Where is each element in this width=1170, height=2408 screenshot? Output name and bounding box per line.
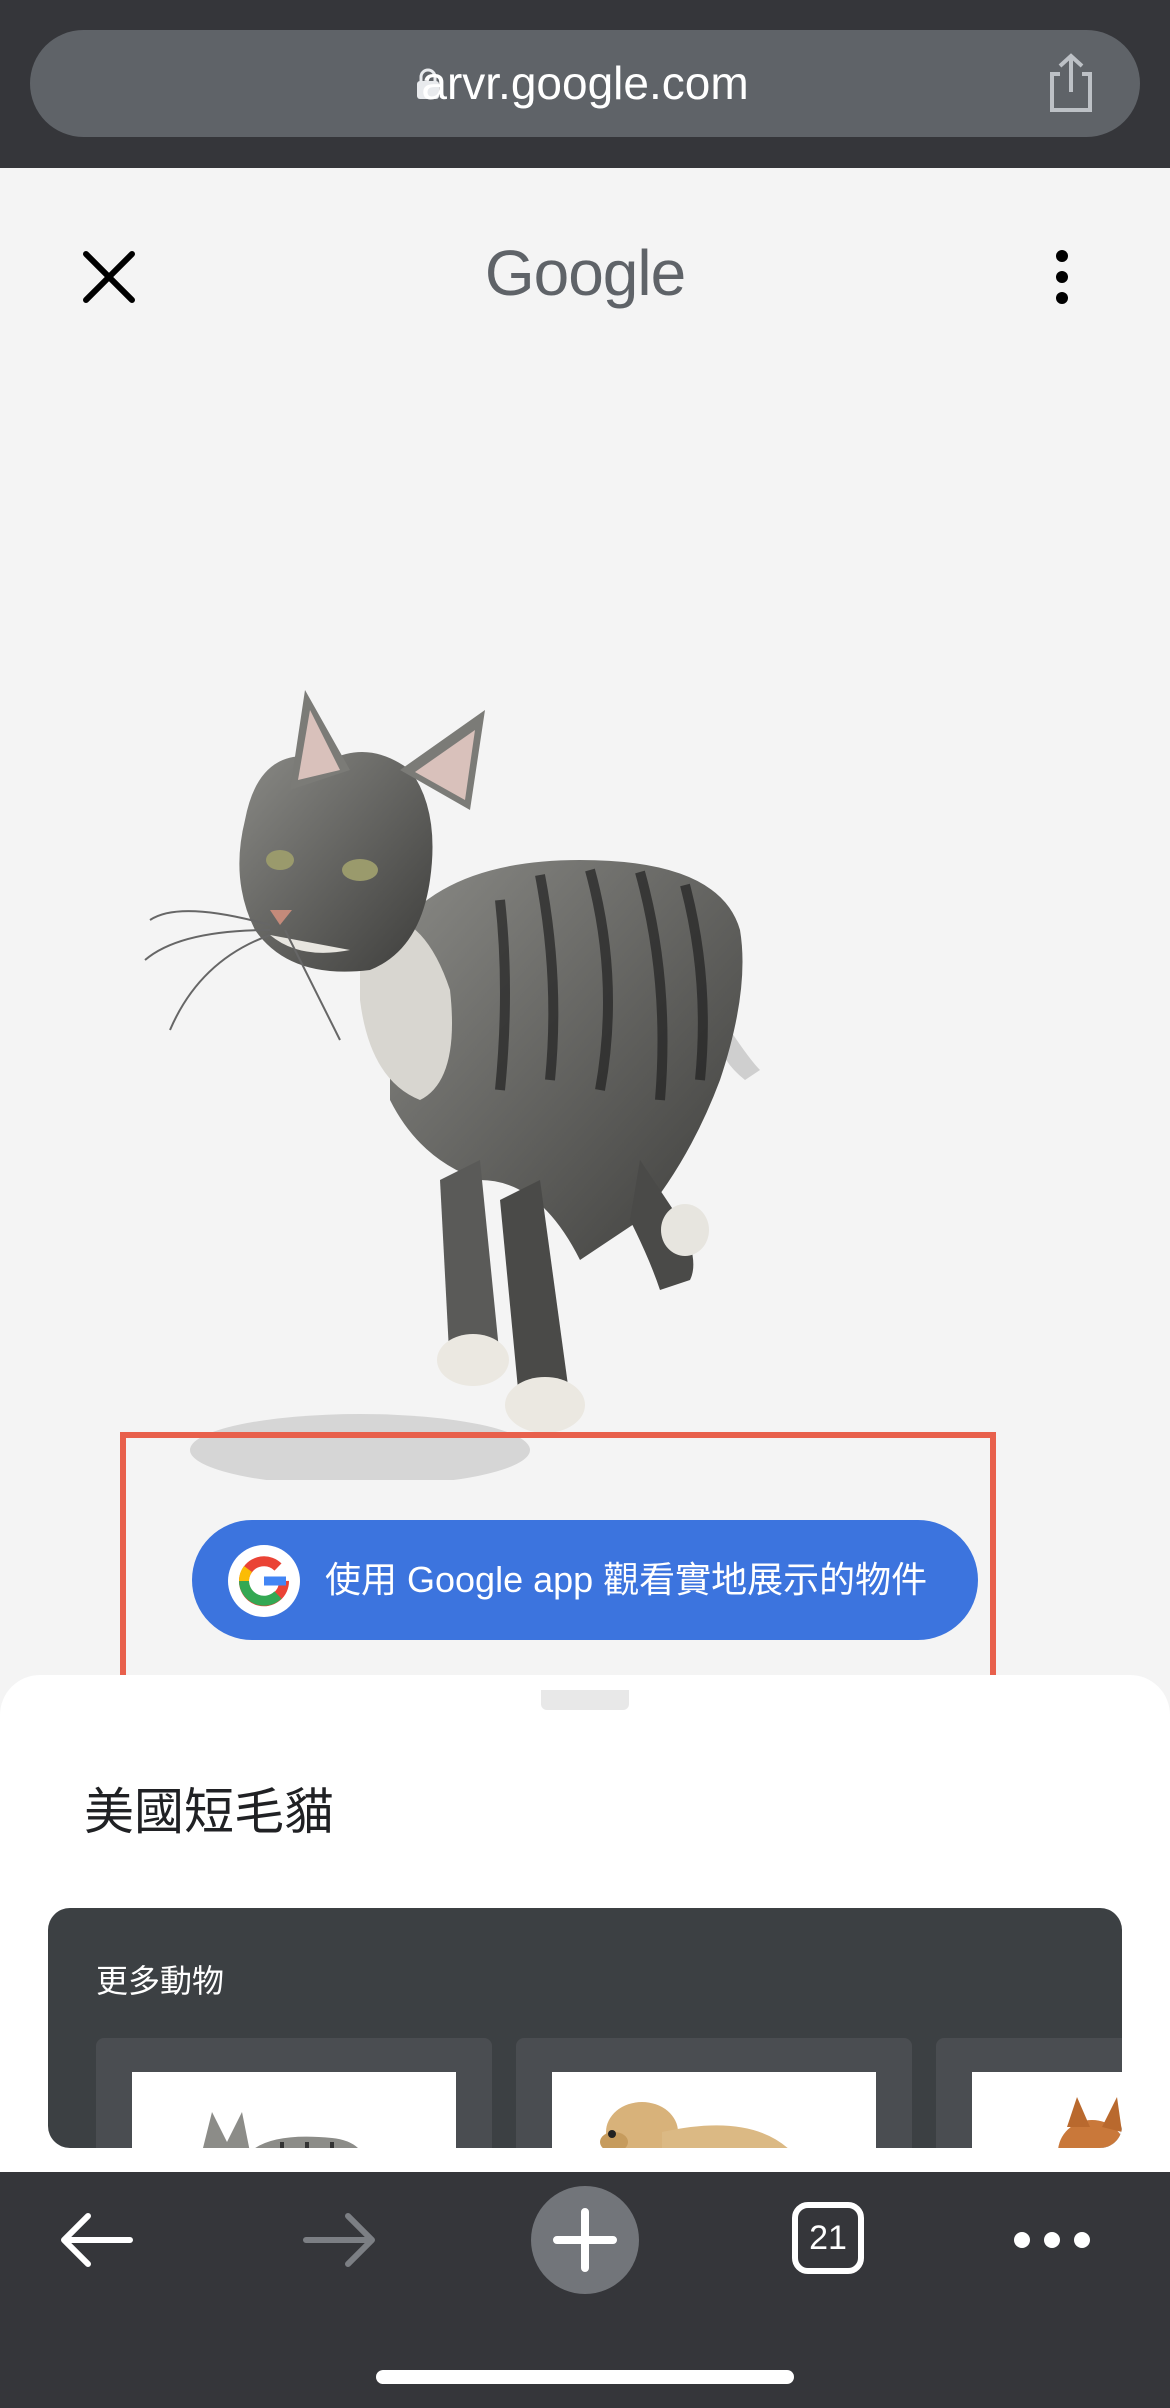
sheet-drag-handle[interactable] [541,1690,629,1710]
view-in-google-app-button[interactable]: 使用 Google app 觀看實地展示的物件 [192,1520,978,1640]
more-animals-panel: 更多動物 [48,1908,1122,2148]
back-arrow-icon[interactable] [56,2200,136,2280]
more-vert-icon[interactable] [1040,248,1084,306]
more-animals-title: 更多動物 [96,1962,225,2000]
plus-icon [553,2208,617,2272]
animal-card-shiba[interactable] [936,2038,1122,2148]
cat-3d-model[interactable] [120,660,840,1480]
share-icon[interactable] [1042,52,1100,114]
more-horiz-icon[interactable] [1010,2214,1094,2266]
google-g-icon [228,1545,300,1617]
url-text: arvr.google.com [421,57,749,109]
address-bar[interactable]: arvr.google.com [30,30,1140,137]
forward-arrow-icon[interactable] [300,2200,380,2280]
cat-thumbnail-icon [203,2112,358,2148]
browser-url-bar-area: arvr.google.com [0,0,1170,168]
google-logo: Google [484,237,686,309]
animal-card-dog[interactable] [516,2038,912,2148]
animal-title: 美國短毛貓 [84,1783,334,1841]
shiba-thumbnail-icon [1058,2097,1122,2148]
tab-switcher-button[interactable]: 21 [792,2202,864,2274]
animal-card-cat[interactable] [96,2038,492,2148]
view-in-google-app-label: 使用 Google app 觀看實地展示的物件 [325,1559,928,1600]
home-indicator [376,2370,794,2384]
dog-thumbnail-icon [600,2102,788,2148]
new-tab-button[interactable] [531,2186,639,2294]
